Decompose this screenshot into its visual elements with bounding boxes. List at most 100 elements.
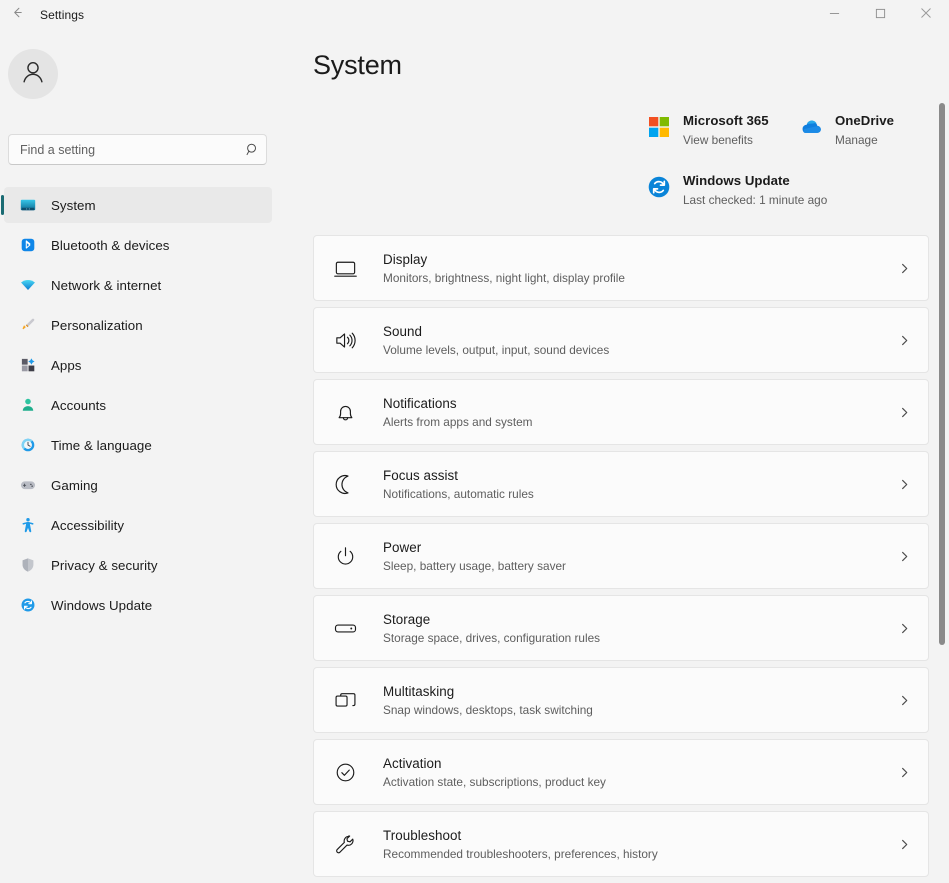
settings-card-list: Display Monitors, brightness, night ligh…	[313, 235, 929, 883]
card-title: Storage	[383, 611, 431, 627]
onedrive-tile[interactable]: OneDrive Manage	[797, 108, 915, 152]
card-title: Notifications	[383, 395, 457, 411]
status-tile-subtitle: Last checked: 1 minute ago	[683, 193, 828, 207]
sidebar-item-label: Windows Update	[51, 597, 153, 613]
status-tile-title: OneDrive	[835, 113, 895, 128]
chevron-right-icon[interactable]	[898, 622, 911, 635]
status-tile-title: Microsoft 365	[683, 113, 769, 128]
sidebar-item-label: Personalization	[51, 317, 143, 333]
sidebar-item-personalization[interactable]: Personalization	[4, 307, 272, 343]
windows-update-tile[interactable]: Windows Update Last checked: 1 minute ag…	[645, 168, 915, 212]
sidebar: System Bluetooth & devices Network	[0, 30, 290, 883]
card-subtitle: Monitors, brightness, night light, displ…	[383, 270, 625, 285]
sidebar-nav: System Bluetooth & devices Network & int…	[0, 187, 290, 627]
card-subtitle: Storage space, drives, configuration rul…	[383, 630, 601, 645]
sidebar-item-label: Accessibility	[51, 517, 125, 533]
bluetooth-icon	[18, 236, 37, 255]
monitor-outline-icon	[328, 253, 362, 283]
speaker-icon	[328, 325, 362, 355]
status-tiles: Microsoft 365 View benefits OneDrive Man…	[645, 108, 915, 212]
card-title: Sound	[383, 323, 422, 339]
maximize-button[interactable]	[857, 0, 903, 30]
scrollbar-thumb[interactable]	[939, 103, 945, 645]
card-subtitle: Activation state, subscriptions, product…	[383, 774, 606, 789]
maximize-icon	[875, 6, 886, 24]
card-subtitle: Sleep, battery usage, battery saver	[383, 558, 566, 573]
drive-icon	[328, 613, 362, 643]
sidebar-item-label: Accounts	[51, 397, 107, 413]
sidebar-item-label: Apps	[51, 357, 82, 373]
window-title: Settings	[40, 8, 85, 22]
settings-card-display[interactable]: Display Monitors, brightness, night ligh…	[313, 235, 929, 301]
account-person-icon	[18, 396, 37, 415]
sidebar-item-time-language[interactable]: Time & language	[4, 427, 272, 463]
sidebar-item-label: System	[51, 197, 96, 213]
vertical-scrollbar[interactable]	[934, 30, 949, 883]
card-title: Focus assist	[383, 467, 459, 483]
settings-card-activation[interactable]: Activation Activation state, subscriptio…	[313, 739, 929, 805]
back-arrow-icon	[10, 5, 25, 25]
sidebar-item-gaming[interactable]: Gaming	[4, 467, 272, 503]
microsoft-logo-icon	[645, 113, 673, 141]
sidebar-item-accessibility[interactable]: Accessibility	[4, 507, 272, 543]
search-icon[interactable]	[238, 135, 266, 164]
chevron-right-icon[interactable]	[898, 406, 911, 419]
microsoft-365-tile[interactable]: Microsoft 365 View benefits	[645, 108, 797, 152]
settings-card-power[interactable]: Power Sleep, battery usage, battery save…	[313, 523, 929, 589]
minimize-button[interactable]	[811, 0, 857, 30]
sidebar-item-windows-update[interactable]: Windows Update	[4, 587, 272, 623]
status-tile-title: Windows Update	[683, 173, 790, 188]
title-bar: Settings	[0, 0, 949, 30]
apps-grid-icon	[18, 356, 37, 375]
card-subtitle: Recommended troubleshooters, preferences…	[383, 846, 658, 861]
settings-card-multitasking[interactable]: Multitasking Snap windows, desktops, tas…	[313, 667, 929, 733]
settings-card-focus-assist[interactable]: Focus assist Notifications, automatic ru…	[313, 451, 929, 517]
window-controls	[811, 0, 949, 30]
bell-icon	[328, 397, 362, 427]
monitor-icon	[18, 196, 37, 215]
settings-card-sound[interactable]: Sound Volume levels, output, input, soun…	[313, 307, 929, 373]
accessibility-person-icon	[18, 516, 37, 535]
search-input[interactable]	[9, 142, 238, 157]
card-title: Activation	[383, 755, 442, 771]
card-subtitle: Notifications, automatic rules	[383, 486, 534, 501]
search-box[interactable]	[8, 134, 267, 165]
settings-card-troubleshoot[interactable]: Troubleshoot Recommended troubleshooters…	[313, 811, 929, 877]
sidebar-item-label: Network & internet	[51, 277, 162, 293]
status-tile-subtitle: Manage	[835, 133, 878, 147]
sync-refresh-icon	[18, 596, 37, 615]
chevron-right-icon[interactable]	[898, 694, 911, 707]
sidebar-item-accounts[interactable]: Accounts	[4, 387, 272, 423]
sidebar-item-privacy-security[interactable]: Privacy & security	[4, 547, 272, 583]
settings-card-storage[interactable]: Storage Storage space, drives, configura…	[313, 595, 929, 661]
onedrive-cloud-icon	[797, 113, 825, 141]
chevron-right-icon[interactable]	[898, 334, 911, 347]
power-icon	[328, 541, 362, 571]
chevron-right-icon[interactable]	[898, 262, 911, 275]
back-button[interactable]	[0, 0, 34, 30]
sidebar-item-apps[interactable]: Apps	[4, 347, 272, 383]
sidebar-item-network-internet[interactable]: Network & internet	[4, 267, 272, 303]
page-title: System	[313, 50, 402, 80]
card-subtitle: Alerts from apps and system	[383, 414, 533, 429]
sidebar-item-bluetooth-devices[interactable]: Bluetooth & devices	[4, 227, 272, 263]
sidebar-item-system[interactable]: System	[1, 187, 272, 223]
chevron-right-icon[interactable]	[898, 838, 911, 851]
chevron-right-icon[interactable]	[898, 478, 911, 491]
sync-refresh-icon	[645, 173, 673, 201]
close-button[interactable]	[903, 0, 949, 30]
card-title: Multitasking	[383, 683, 455, 699]
chevron-right-icon[interactable]	[898, 550, 911, 563]
avatar[interactable]	[8, 49, 58, 99]
card-title: Troubleshoot	[383, 827, 462, 843]
paintbrush-icon	[18, 316, 37, 335]
chevron-right-icon[interactable]	[898, 766, 911, 779]
card-title: Display	[383, 251, 428, 267]
main-content: System Microsoft 365 View benefits OneDr…	[290, 30, 949, 883]
settings-card-notifications[interactable]: Notifications Alerts from apps and syste…	[313, 379, 929, 445]
sidebar-item-label: Time & language	[51, 437, 152, 453]
sidebar-item-label: Privacy & security	[51, 557, 158, 573]
close-icon	[920, 6, 932, 24]
moon-icon	[328, 469, 362, 499]
shield-icon	[18, 556, 37, 575]
